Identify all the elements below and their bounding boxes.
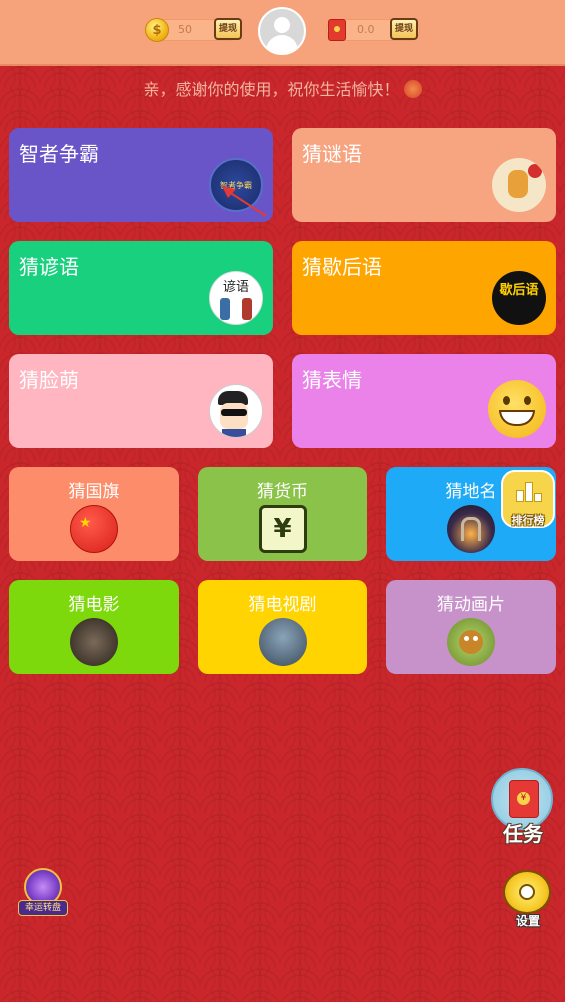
movie-poster-icon bbox=[70, 618, 118, 666]
thumb-text: 谚语 bbox=[222, 280, 249, 295]
card-caimiyu[interactable]: 猜谜语 bbox=[292, 128, 556, 222]
card-caixiehouyu[interactable]: 猜歇后语 歇后语 bbox=[292, 241, 556, 335]
top-bar: $ 50 提现 0.0 提现 bbox=[0, 0, 565, 66]
coin-withdraw-button[interactable]: 提现 bbox=[214, 18, 242, 40]
card-title: 猜谚语 bbox=[19, 255, 79, 279]
card-title: 猜脸萌 bbox=[19, 368, 79, 392]
card-title: 猜歇后语 bbox=[302, 255, 382, 279]
redpacket-balance: 0.0 提现 bbox=[326, 18, 420, 41]
yuan-currency-icon: ¥ bbox=[258, 505, 307, 553]
card-title: 猜电影 bbox=[68, 595, 120, 615]
settings-label: 设置 bbox=[515, 914, 540, 928]
china-flag-icon: ★ bbox=[70, 505, 118, 553]
card-caibiaoqing[interactable]: 猜表情 bbox=[292, 354, 556, 448]
card-caidonghuapian[interactable]: 猜动画片 bbox=[386, 580, 556, 674]
proverb-scene-icon: 谚语 bbox=[209, 271, 263, 325]
card-title: 猜电视剧 bbox=[248, 595, 317, 615]
rose-icon bbox=[403, 80, 422, 98]
cartoon-character-icon bbox=[447, 618, 495, 666]
avatar[interactable] bbox=[258, 7, 306, 55]
task-label: 任务 bbox=[503, 822, 543, 846]
xiehouyu-logo-icon: 歇后语 bbox=[492, 271, 546, 325]
grin-emoji-icon bbox=[488, 380, 546, 438]
greeting-banner: 亲，感谢你的使用，祝你生活愉快！ bbox=[0, 76, 565, 100]
cartoon-face-icon bbox=[209, 384, 263, 438]
red-packet-icon bbox=[328, 19, 346, 41]
card-cailianmeng[interactable]: 猜脸萌 bbox=[9, 354, 273, 448]
redpacket-withdraw-button[interactable]: 提现 bbox=[390, 18, 418, 40]
card-title: 智者争霸 bbox=[19, 142, 99, 166]
card-caidianshiju[interactable]: 猜电视剧 bbox=[198, 580, 367, 674]
lantern-boy-icon bbox=[492, 158, 546, 212]
card-title: 猜动画片 bbox=[437, 595, 505, 615]
podium-icon bbox=[516, 482, 542, 502]
greeting-text: 亲，感谢你的使用，祝你生活愉快！ bbox=[143, 80, 400, 99]
tv-drama-poster-icon bbox=[258, 618, 307, 666]
coin-value: 50 bbox=[178, 23, 192, 36]
settings-gear-icon[interactable] bbox=[503, 870, 551, 914]
card-caiyanyu[interactable]: 猜谚语 谚语 bbox=[9, 241, 273, 335]
card-caihuobi[interactable]: 猜货币 ¥ bbox=[198, 467, 367, 561]
thumb-text: 歇后语 bbox=[499, 283, 539, 298]
card-title: 猜表情 bbox=[302, 368, 362, 392]
coin-icon: $ bbox=[145, 18, 169, 42]
card-caiguoqi[interactable]: 猜国旗 ★ bbox=[9, 467, 179, 561]
coin-balance: $ 50 提现 bbox=[145, 18, 242, 42]
leaderboard-label: 排行榜 bbox=[511, 514, 545, 527]
red-envelope-icon bbox=[509, 780, 539, 818]
arch-landmark-icon bbox=[447, 505, 495, 553]
pointer-arrow-icon bbox=[222, 186, 267, 217]
card-caidianying[interactable]: 猜电影 bbox=[9, 580, 179, 674]
card-title: 猜谜语 bbox=[302, 142, 362, 166]
redpacket-value: 0.0 bbox=[357, 23, 375, 36]
lucky-wheel-label[interactable]: 幸运转盘 bbox=[18, 900, 68, 916]
thumb-text: ¥ bbox=[273, 514, 292, 544]
card-title: 猜货币 bbox=[257, 482, 308, 502]
card-title: 猜国旗 bbox=[68, 482, 120, 502]
